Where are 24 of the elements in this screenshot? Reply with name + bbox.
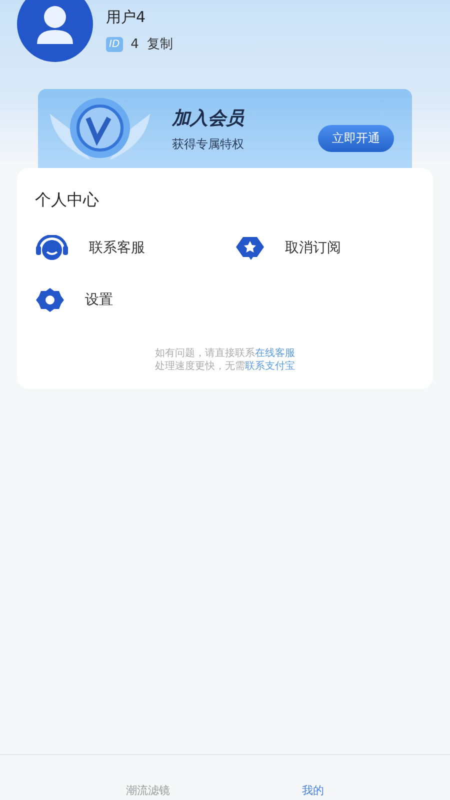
menu-label: 联系客服 — [89, 239, 145, 257]
banner-title: 加入会员 — [172, 106, 246, 130]
id-badge: ID — [106, 36, 123, 52]
help-note: 如有问题，请直接联系在线客服 — [155, 347, 295, 360]
user-name: 用户4 — [106, 8, 147, 27]
copy-link[interactable]: 复制 — [146, 35, 173, 53]
menu-label: 设置 — [85, 291, 113, 309]
menu-item[interactable]: 取消订阅 — [235, 235, 415, 261]
menu-label: 取消订阅 — [285, 239, 341, 257]
tab[interactable]: 我的 — [302, 783, 324, 798]
star-bubble-icon — [235, 235, 265, 261]
user-id: 4 — [130, 36, 139, 52]
alipay-link[interactable]: 联系支付宝 — [245, 361, 295, 372]
section-title: 个人中心 — [35, 190, 100, 211]
gear-icon — [35, 287, 65, 313]
menu-item[interactable]: 设置 — [35, 287, 235, 313]
help-note: 处理速度更快，无需联系支付宝 — [155, 360, 295, 373]
menu-item[interactable]: 联系客服 — [35, 235, 235, 261]
avatar-icon — [17, 0, 93, 62]
activate-button[interactable]: 立即开通 — [318, 124, 394, 152]
banner-subtitle: 获得专属特权 — [172, 136, 245, 152]
tab[interactable]: 潮流滤镜 — [126, 783, 170, 798]
support-link[interactable]: 在线客服 — [255, 348, 295, 359]
headset-icon — [35, 235, 69, 261]
